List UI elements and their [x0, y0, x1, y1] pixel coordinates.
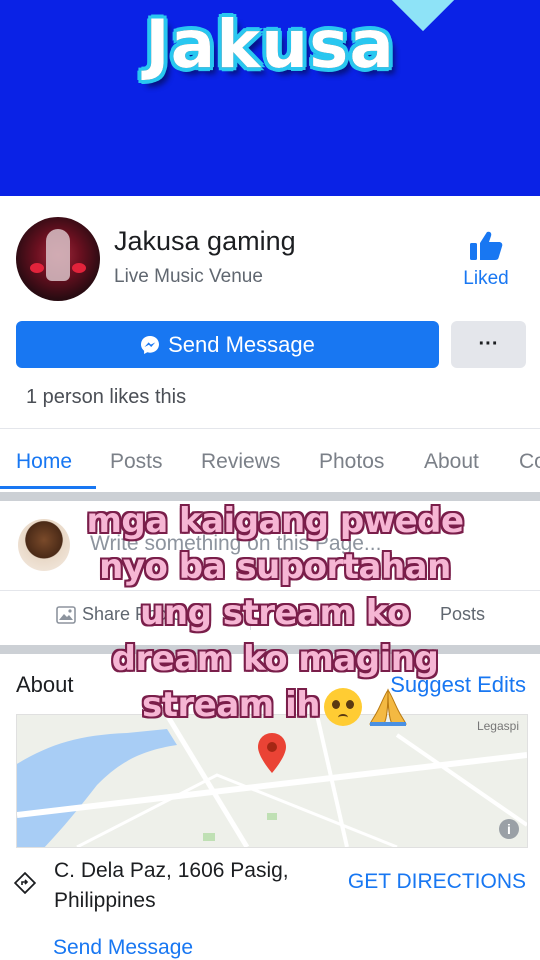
tab-posts[interactable]: Posts: [110, 450, 163, 474]
heart-icon: [72, 263, 86, 273]
caption-line: mga kaigang pwede: [86, 501, 464, 541]
more-icon: ···: [478, 333, 499, 355]
caption-line-last: stream ih: [60, 682, 490, 728]
get-directions-link[interactable]: GET DIRECTIONS: [348, 870, 526, 894]
tab-reviews[interactable]: Reviews: [201, 450, 280, 474]
likes-count: 1 person likes this: [26, 386, 187, 408]
liked-label: Liked: [463, 268, 509, 289]
location-map[interactable]: Legaspi i: [16, 714, 528, 848]
send-message-label: Send Message: [168, 331, 315, 357]
active-tab-indicator: [0, 486, 96, 489]
cover-logo-text: Jakusa: [145, 6, 395, 83]
messenger-icon: [141, 335, 160, 354]
liked-button[interactable]: Liked: [456, 230, 516, 290]
tab-community[interactable]: Co: [519, 450, 540, 474]
map-pin-icon: [258, 733, 286, 773]
avatar-figure: [46, 229, 70, 281]
page-title: Jakusa gaming: [114, 226, 296, 256]
tab-photos[interactable]: Photos: [319, 450, 384, 474]
page-tabs: Home Posts Reviews Photos About Co: [0, 430, 540, 490]
caption-line: nyo ba suportahan: [99, 547, 451, 587]
caption-line-text: stream ih: [142, 685, 320, 725]
directions-icon: [14, 872, 36, 894]
overlay-caption: mga kaigang pwede nyo ba suportahan ung …: [60, 498, 490, 728]
pleading-face-icon: [323, 687, 362, 726]
cover-photo[interactable]: Jakusa: [0, 0, 540, 196]
folded-hands-icon: [369, 687, 407, 726]
page-category: Live Music Venue: [114, 266, 263, 287]
thumbs-up-icon: [470, 231, 503, 260]
divider: [0, 428, 540, 429]
address-text: C. Dela Paz, 1606 Pasig, Philippines: [54, 859, 289, 912]
tab-about[interactable]: About: [424, 450, 479, 474]
more-options-button[interactable]: ···: [451, 321, 526, 368]
caption-line: ung stream ko: [140, 593, 410, 633]
page-avatar[interactable]: [16, 217, 100, 301]
send-message-button[interactable]: Send Message: [16, 321, 439, 368]
info-icon[interactable]: i: [499, 819, 519, 839]
tab-home[interactable]: Home: [16, 450, 72, 474]
heart-icon: [30, 263, 44, 273]
caption-line: dream ko maging: [111, 639, 439, 679]
send-message-link[interactable]: Send Message: [53, 936, 193, 960]
